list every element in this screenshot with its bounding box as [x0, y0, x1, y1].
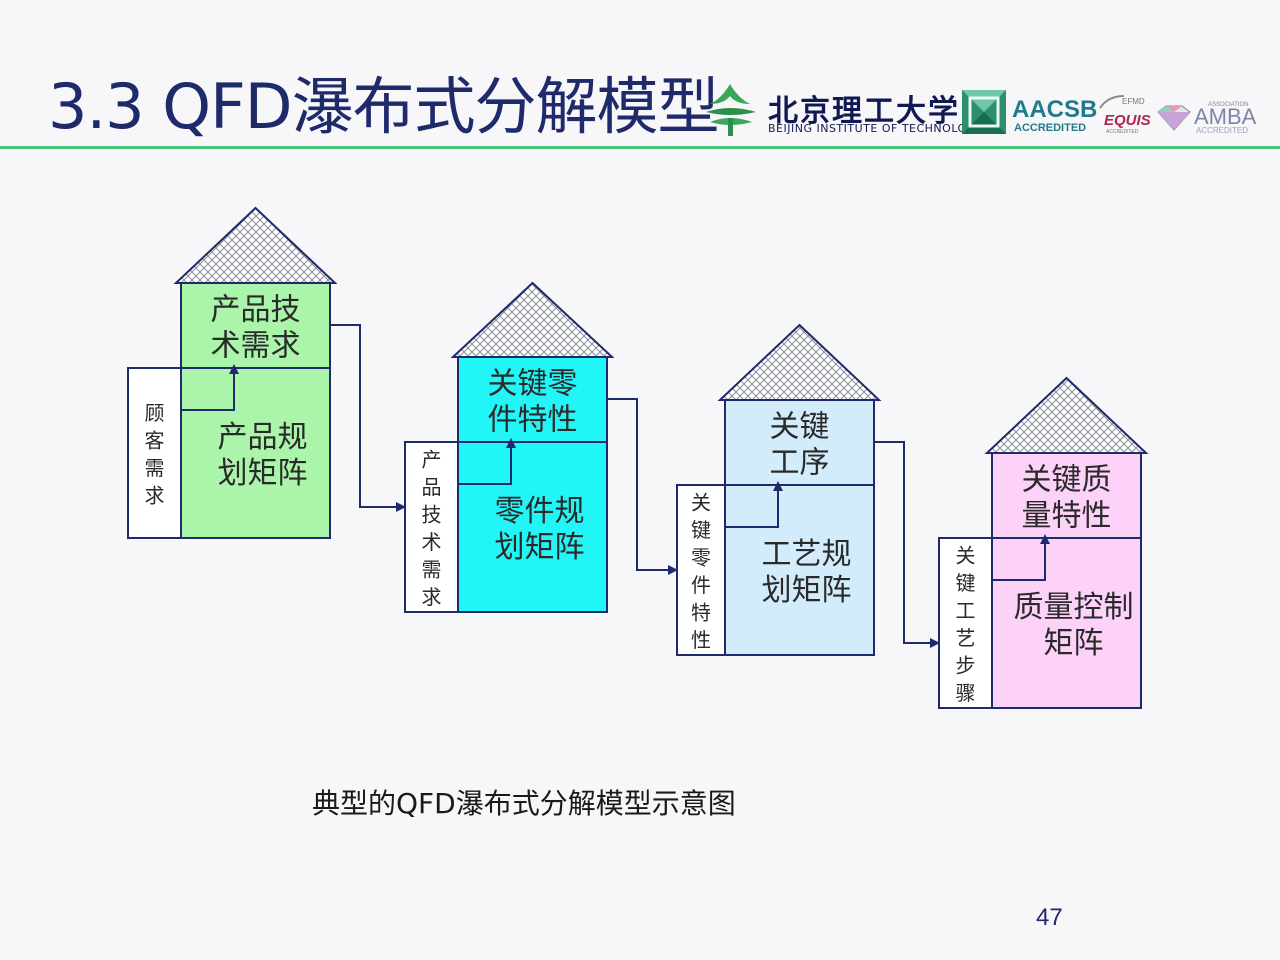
house-1-left-label-char: 求 — [145, 483, 165, 507]
house-4-matrix-text: 矩阵 — [1044, 626, 1104, 661]
house-4-left-label-char: 骤 — [956, 681, 976, 705]
house-1-attic-text: 术需求 — [211, 329, 301, 364]
house-4-attic-text: 关键质 — [1022, 463, 1112, 498]
house-1-left-label-char: 客 — [145, 428, 165, 452]
house-4-left-label-char: 步 — [956, 653, 976, 677]
diagram-caption: 典型的QFD瀑布式分解模型示意图 — [312, 787, 736, 820]
house-4-roof — [984, 376, 1149, 454]
house-3-left-label-char: 键 — [691, 518, 711, 542]
house-3-attic-text: 工序 — [770, 446, 830, 481]
house-4-left-label-char: 键 — [956, 571, 976, 595]
house-4-left-label-char: 关 — [956, 543, 976, 567]
house-3-matrix-text: 划矩阵 — [762, 573, 852, 608]
house-1-matrix-text: 产品规 — [218, 420, 308, 455]
house-4-left-label-char: 艺 — [956, 626, 976, 650]
house-3-left-label-char: 关 — [691, 490, 711, 514]
house-2-left-label-char: 需 — [422, 557, 442, 581]
house-1-attic-text: 产品技 — [211, 293, 301, 328]
house-4-attic-text: 量特性 — [1022, 499, 1112, 534]
house-2-left-label-char: 技 — [422, 502, 442, 526]
house-2-left-label-char: 求 — [422, 585, 442, 609]
house-2-roof — [450, 281, 615, 358]
house-3-left-label-char: 性 — [691, 628, 711, 652]
house-2-matrix-text: 零件规 — [495, 494, 585, 529]
house-2-matrix-text: 划矩阵 — [495, 530, 585, 565]
house-2-left-label-char: 产 — [422, 447, 442, 471]
connector-arrow-2 — [607, 398, 678, 575]
house-2-attic-text: 关键零 — [488, 367, 578, 402]
house-3-roof — [717, 323, 882, 401]
page-number: 47 — [1036, 904, 1063, 931]
house-1-left-label-char: 需 — [145, 456, 165, 480]
house-2-left-label-char: 品 — [422, 475, 442, 499]
house-3-matrix-text: 工艺规 — [762, 537, 852, 572]
connector-arrow-1 — [330, 324, 406, 512]
house-3-left-label-char: 特 — [691, 600, 711, 624]
house-4-matrix-text: 质量控制 — [1014, 590, 1134, 625]
connector-arrow-3 — [874, 441, 940, 648]
house-1-matrix-text: 划矩阵 — [218, 456, 308, 491]
house-3-attic-text: 关键 — [770, 410, 830, 445]
house-2-left-label-char: 术 — [422, 530, 442, 554]
house-3-left-label-char: 零 — [691, 545, 711, 569]
house-3-left-label-char: 件 — [691, 573, 711, 597]
house-1-roof — [173, 206, 338, 284]
house-1-left-label-char: 顾 — [145, 401, 165, 425]
house-2-attic-text: 件特性 — [488, 403, 578, 438]
house-4-left-label-char: 工 — [956, 598, 976, 622]
house-1-left-box — [127, 367, 182, 539]
